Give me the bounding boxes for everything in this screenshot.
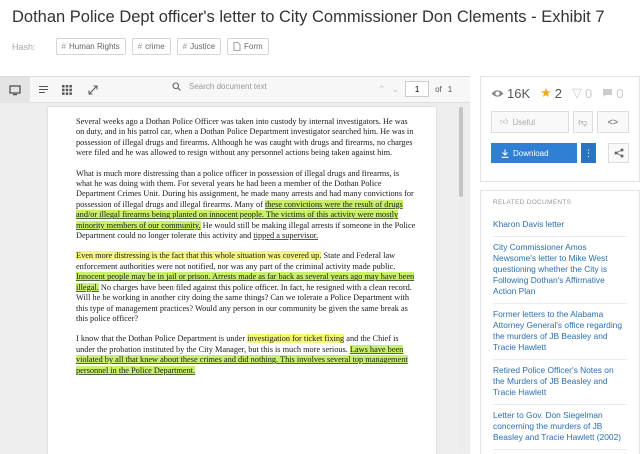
chevron-down-icon[interactable]: ⌄ (392, 84, 400, 95)
document-viewer: ⌃ ⌄ of 1 Several weeks ago a Dothan Poli… (0, 76, 470, 454)
comments-stat[interactable]: ▽ 0 (572, 85, 592, 101)
letter-paragraph-1: Several weeks ago a Dothan Police Office… (76, 117, 414, 158)
highlight: investigation for ticket fixing (247, 334, 345, 344)
fullscreen-icon[interactable] (86, 83, 100, 97)
hash-icon: # (61, 42, 66, 51)
views-stat: 16K (491, 86, 530, 101)
hash-label: Hash: (12, 41, 36, 52)
thumbs-up-icon: 👍︎ (500, 117, 509, 126)
letter-paragraph-3: Even more distressing is the fact that t… (76, 251, 415, 323)
grid-view-icon[interactable] (60, 83, 74, 97)
stats-panel: 16K ★ 2 ▽ 0 0 👍︎ Useful 👎︎ <> Download ⋮ (480, 76, 640, 182)
thumbs-down-icon: ▽ (572, 85, 583, 100)
search-input[interactable] (189, 82, 369, 91)
viewer-toolbar: ⌃ ⌄ of 1 (0, 77, 470, 103)
text-view-icon[interactable] (36, 83, 50, 97)
not-useful-button[interactable]: 👎︎ (572, 111, 593, 133)
related-link[interactable]: Retired Police Officer's Notes on the Mu… (493, 360, 627, 405)
chat-stat[interactable]: 0 (602, 86, 624, 101)
tag-list: Hash: # Human Rights # crime # Justice Form (12, 38, 269, 55)
share-button[interactable] (608, 143, 629, 163)
letter-paragraph-2: What is much more distressing than a pol… (76, 168, 416, 241)
related-link[interactable]: City Commissioner Amos Newsome's letter … (493, 237, 627, 304)
related-link[interactable]: Kharon Davis letter (493, 214, 627, 237)
download-button[interactable]: Download (491, 143, 577, 163)
page-total: 1 (447, 84, 453, 94)
hash-icon: # (182, 42, 188, 51)
hash-icon: # (137, 42, 143, 51)
code-icon: <> (607, 117, 619, 127)
embed-button[interactable]: <> (596, 111, 629, 133)
page-number-input[interactable] (405, 81, 430, 97)
feedback-row: 👍︎ Useful 👎︎ <> (491, 111, 629, 133)
share-icon (614, 148, 624, 158)
page-navigation: ⌃ ⌄ of 1 (378, 81, 452, 97)
eye-icon (491, 89, 504, 97)
monitor-icon[interactable] (8, 83, 22, 97)
thumbs-down-icon: 👎︎ (578, 116, 588, 127)
related-link[interactable]: Former letters to the Alabama Attorney G… (493, 304, 627, 360)
download-row: Download ⋮ (491, 143, 629, 163)
star-icon: ★ (540, 85, 552, 100)
tag-justice[interactable]: # Justice (176, 38, 222, 55)
search-icon (172, 82, 181, 91)
chat-bubble-icon (603, 89, 613, 97)
document-page: Several weeks ago a Dothan Police Office… (48, 107, 436, 454)
related-link[interactable]: Letter to Gov. Don Siegelman concerning … (493, 405, 627, 450)
useful-button[interactable]: 👍︎ Useful (491, 111, 569, 133)
stats-row: 16K ★ 2 ▽ 0 0 (491, 85, 629, 101)
more-options-button[interactable]: ⋮ (580, 143, 597, 163)
sidebar: 16K ★ 2 ▽ 0 0 👍︎ Useful 👎︎ <> Download ⋮… (480, 76, 640, 454)
tag-form[interactable]: Form (227, 38, 269, 55)
scrollbar-thumb[interactable] (459, 107, 463, 197)
document-title: Dothan Police Dept officer's letter to C… (12, 8, 605, 26)
tag-human-rights[interactable]: # Human Rights (55, 38, 126, 55)
letter-paragraph-4: I know that the Dothan Police Department… (76, 334, 408, 375)
vertical-dots-icon: ⋮ (583, 147, 593, 158)
vertical-scrollbar[interactable] (456, 105, 466, 453)
related-heading: RELATED DOCUMENTS (493, 199, 572, 206)
document-icon (233, 42, 241, 51)
download-icon (501, 149, 509, 158)
document-search (172, 82, 369, 91)
highlight: Even more distressing is the fact that t… (76, 251, 322, 261)
underlined-text: tipped a supervisor. (253, 231, 319, 241)
page-of-label: of (435, 84, 442, 94)
rating-stat[interactable]: ★ 2 (540, 85, 562, 101)
tag-crime[interactable]: # crime (131, 38, 171, 55)
related-documents: RELATED DOCUMENTS Kharon Davis letter Ci… (480, 190, 640, 454)
chevron-up-icon[interactable]: ⌃ (378, 84, 386, 95)
letter-text: Several weeks ago a Dothan Police Office… (76, 117, 416, 386)
